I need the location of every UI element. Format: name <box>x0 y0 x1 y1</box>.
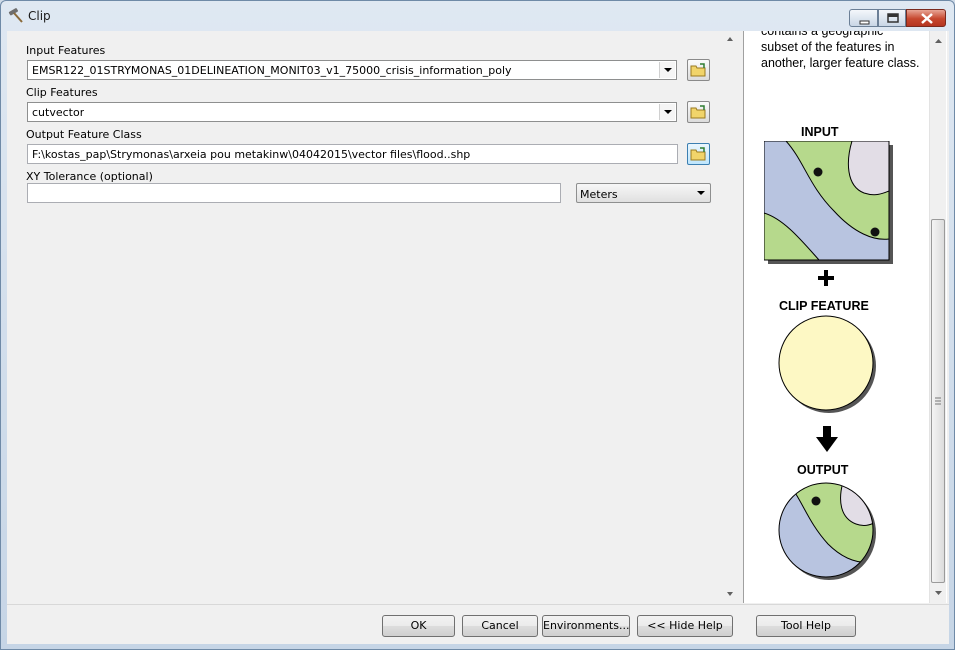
input-features-label: Input Features <box>26 44 106 57</box>
help-scrollbar[interactable] <box>929 31 946 603</box>
output-map-illustration <box>778 482 876 580</box>
chevron-down-icon <box>697 191 705 195</box>
xy-tolerance-unit-value: Meters <box>580 188 618 201</box>
clip-features-browse-button[interactable] <box>687 101 710 123</box>
output-feature-class-input[interactable]: F:\kostas_pap\Strymonas\arxeia pou metak… <box>27 144 678 164</box>
clip-features-combo[interactable]: cutvector <box>27 102 677 122</box>
maximize-button[interactable] <box>878 9 906 27</box>
input-features-browse-button[interactable] <box>687 59 710 81</box>
chevron-down-icon[interactable] <box>659 62 675 78</box>
xy-tolerance-input[interactable] <box>27 183 561 203</box>
help-description: contains a geographic subset of the feat… <box>761 31 920 70</box>
clip-feature-illustration <box>778 315 876 413</box>
hammer-icon <box>7 8 25 24</box>
cancel-button[interactable]: Cancel <box>462 615 538 637</box>
tool-help-button[interactable]: Tool Help <box>756 615 856 637</box>
close-button[interactable] <box>906 9 946 27</box>
dialog-client-area: Input Features EMSR122_01STRYMONAS_01DEL… <box>7 31 949 644</box>
figure-clip-label: CLIP FEATURE <box>779 299 869 313</box>
minimize-button[interactable] <box>849 9 878 27</box>
window-title: Clip <box>28 9 51 23</box>
output-feature-class-label: Output Feature Class <box>26 128 142 141</box>
plus-icon <box>818 270 834 286</box>
clip-features-value: cutvector <box>32 106 85 119</box>
input-features-combo[interactable]: EMSR122_01STRYMONAS_01DELINEATION_MONIT0… <box>27 60 677 80</box>
help-scrollbar-thumb[interactable] <box>931 219 945 583</box>
figure-output-label: OUTPUT <box>797 463 849 477</box>
arrow-down-icon <box>816 426 838 452</box>
hide-help-button[interactable]: << Hide Help <box>637 615 733 637</box>
output-feature-class-value: F:\kostas_pap\Strymonas\arxeia pou metak… <box>32 148 471 161</box>
environments-button[interactable]: Environments... <box>542 615 630 637</box>
parameters-pane: Input Features EMSR122_01STRYMONAS_01DEL… <box>7 31 738 603</box>
chevron-down-icon[interactable] <box>659 104 675 120</box>
xy-tolerance-label: XY Tolerance (optional) <box>26 170 153 183</box>
clip-features-label: Clip Features <box>26 86 98 99</box>
input-features-value: EMSR122_01STRYMONAS_01DELINEATION_MONIT0… <box>32 64 512 77</box>
input-map-illustration <box>764 141 893 264</box>
output-feature-class-browse-button[interactable] <box>687 143 710 165</box>
figure-input-label: INPUT <box>801 125 839 139</box>
help-pane: contains a geographic subset of the feat… <box>743 31 947 603</box>
parameters-scrollbar[interactable] <box>722 31 738 603</box>
clip-dialog-window: Clip Input Features EMSR122_01STRYMONAS_… <box>0 0 955 650</box>
title-bar[interactable]: Clip <box>1 1 954 31</box>
button-bar: OK Cancel Environments... << Hide Help T… <box>7 604 949 644</box>
xy-tolerance-unit-select[interactable]: Meters <box>576 183 711 203</box>
ok-button[interactable]: OK <box>382 615 455 637</box>
